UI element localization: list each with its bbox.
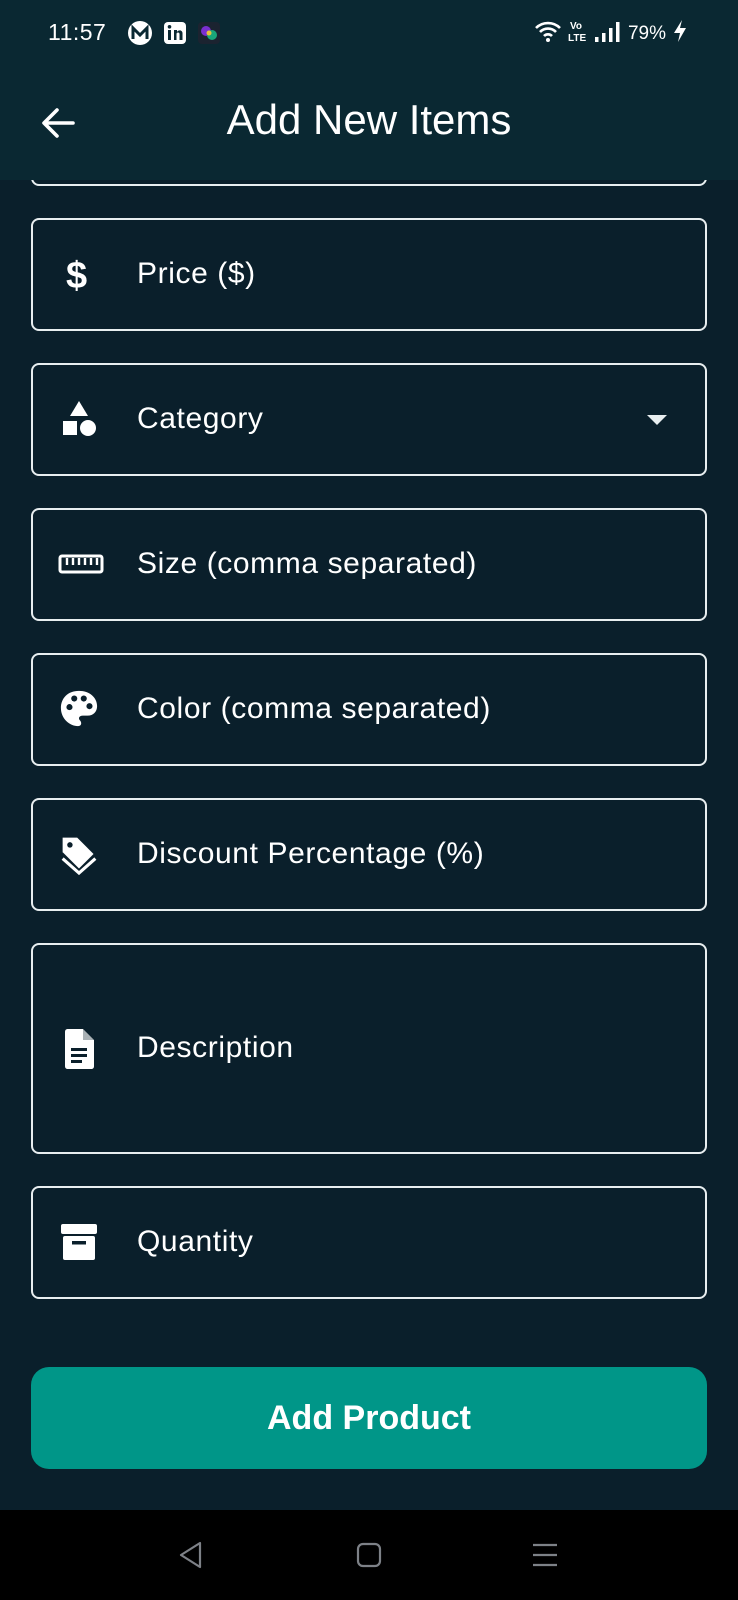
description-field[interactable]: Description bbox=[31, 943, 707, 1154]
add-product-button[interactable]: Add Product bbox=[31, 1367, 707, 1469]
quantity-label: Quantity bbox=[137, 1225, 254, 1258]
recents-menu-icon bbox=[533, 1543, 557, 1567]
page-title: Add New Items bbox=[226, 96, 512, 143]
category-shapes-icon bbox=[59, 399, 99, 439]
svg-text:Vo: Vo bbox=[570, 21, 582, 32]
app-bar: Add New Items bbox=[0, 66, 738, 180]
dollar-icon: $ bbox=[59, 254, 99, 294]
status-time: 11:57 bbox=[48, 19, 107, 45]
status-notification-icons bbox=[127, 20, 221, 51]
size-field[interactable]: Size (comma separated) bbox=[31, 508, 707, 621]
category-label: Category bbox=[137, 402, 264, 435]
form-scroll-area[interactable]: $ Price ($) Category Size (comma separat… bbox=[0, 180, 738, 1510]
app-icon bbox=[197, 21, 221, 50]
status-system-icons: Vo LTE 79% bbox=[534, 19, 688, 48]
quantity-field[interactable]: Quantity bbox=[31, 1186, 707, 1299]
document-icon bbox=[59, 1029, 99, 1069]
back-triangle-icon bbox=[179, 1541, 202, 1569]
wifi-icon bbox=[534, 19, 562, 48]
status-bar: 11:57 Vo LTE 79% bbox=[0, 0, 738, 66]
system-nav-bar bbox=[0, 1510, 738, 1600]
signal-icon bbox=[594, 19, 622, 48]
color-field[interactable]: Color (comma separated) bbox=[31, 653, 707, 766]
color-label: Color (comma separated) bbox=[137, 692, 491, 725]
palette-icon bbox=[59, 689, 99, 729]
description-label: Description bbox=[137, 1031, 294, 1064]
svg-text:LTE: LTE bbox=[568, 33, 586, 43]
charging-icon bbox=[672, 19, 688, 48]
nav-home-button[interactable] bbox=[346, 1532, 392, 1578]
partial-field-above[interactable] bbox=[31, 180, 707, 186]
linkedin-icon bbox=[163, 21, 187, 50]
nav-recents-button[interactable] bbox=[522, 1532, 568, 1578]
home-square-icon bbox=[356, 1542, 382, 1568]
volte-icon: Vo LTE bbox=[568, 19, 588, 48]
battery-level: 79% bbox=[627, 22, 666, 44]
inventory-box-icon bbox=[59, 1222, 99, 1262]
nav-back-button[interactable] bbox=[168, 1532, 214, 1578]
discount-field[interactable]: Discount Percentage (%) bbox=[31, 798, 707, 911]
discount-tag-icon bbox=[59, 834, 99, 876]
discount-label: Discount Percentage (%) bbox=[137, 837, 485, 870]
price-label: Price ($) bbox=[137, 257, 256, 290]
size-label: Size (comma separated) bbox=[137, 547, 477, 580]
svg-text:$: $ bbox=[66, 255, 87, 294]
chevron-down-icon bbox=[647, 415, 667, 425]
price-field[interactable]: $ Price ($) bbox=[31, 218, 707, 331]
mail-m-icon bbox=[127, 20, 153, 51]
ruler-icon bbox=[57, 544, 105, 584]
category-dropdown[interactable]: Category bbox=[31, 363, 707, 476]
